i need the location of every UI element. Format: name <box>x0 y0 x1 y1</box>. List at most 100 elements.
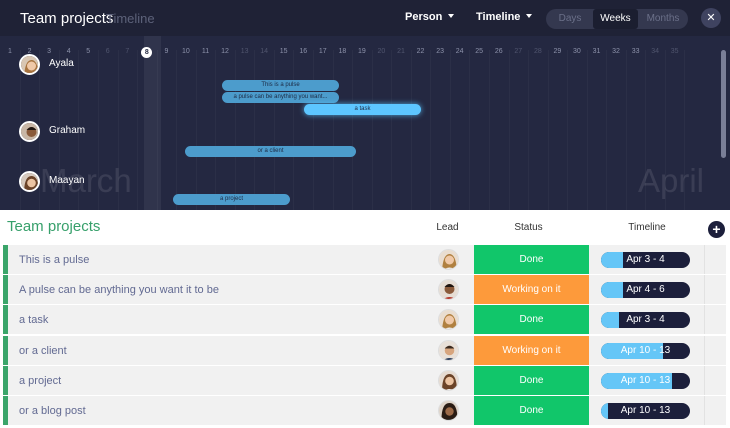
scale-days-button[interactable]: Days <box>548 9 592 29</box>
pulse-name[interactable]: A pulse can be anything you want it to b… <box>19 284 219 296</box>
day-gridline <box>274 50 275 210</box>
timeline-range: Apr 10 - 13 <box>620 344 671 356</box>
timeline-cell[interactable]: Apr 3 - 4 <box>601 252 690 268</box>
avatar[interactable] <box>438 249 459 270</box>
pulse-name[interactable]: This is a pulse <box>19 254 89 266</box>
timeline-cell[interactable]: Apr 10 - 13 <box>601 342 690 359</box>
pulse-name[interactable]: a project <box>19 375 61 387</box>
avatar[interactable] <box>438 369 459 391</box>
day-label: 24 <box>455 48 464 55</box>
day-label: 30 <box>573 48 581 55</box>
day-gridline <box>411 50 412 210</box>
day-gridline <box>587 50 588 210</box>
day-gridline <box>606 50 607 210</box>
timeline-header: Team projects Timeline Person Timeline D… <box>0 0 730 36</box>
avatar[interactable] <box>438 309 459 331</box>
day-label: 10 <box>182 48 190 55</box>
day-gridline <box>509 50 510 210</box>
day-label: 33 <box>631 48 640 55</box>
timeline-bar[interactable]: This is a pulse <box>222 80 339 91</box>
timeline-range: Apr 10 - 13 <box>620 374 671 386</box>
avatar[interactable] <box>438 339 459 361</box>
timeline-panel: Team projects Timeline Person Timeline D… <box>0 0 730 210</box>
day-label: 4 <box>66 48 71 55</box>
status-cell[interactable]: Done <box>474 396 589 425</box>
group-color-strip <box>3 396 8 425</box>
day-label: 6 <box>105 48 110 55</box>
day-label: 7 <box>125 48 130 55</box>
person-dropdown-label: Person <box>405 11 443 23</box>
timeline-cell[interactable]: Apr 4 - 6 <box>601 282 690 299</box>
timeline-range: Apr 10 - 13 <box>620 405 671 416</box>
day-label: 34 <box>651 48 660 55</box>
group-title[interactable]: Team projects <box>7 218 100 235</box>
day-gridline <box>176 50 177 210</box>
status-cell[interactable]: Working on it <box>474 335 589 365</box>
table-row[interactable]: a task Done Apr 3 - 4 <box>3 305 726 335</box>
column-divider <box>704 245 705 274</box>
person-name: Maayan <box>49 175 85 186</box>
status-cell[interactable]: Working on it <box>474 275 589 305</box>
day-label: 22 <box>416 48 425 55</box>
status-cell[interactable]: Done <box>474 365 589 395</box>
column-header-status[interactable]: Status <box>471 222 586 233</box>
day-label: 1 <box>8 48 12 55</box>
table-row[interactable]: This is a pulse Done Apr 3 - 4 <box>3 245 726 274</box>
day-gridline <box>567 50 568 210</box>
column-header-lead[interactable]: Lead <box>425 222 470 233</box>
group-color-strip <box>3 365 8 395</box>
timeline-range: Apr 3 - 4 <box>626 254 665 265</box>
day-gridline <box>137 50 138 210</box>
day-gridline <box>293 50 294 210</box>
day-label: 17 <box>318 48 327 55</box>
table-row[interactable]: a project Done Apr 10 - 13 <box>3 365 726 395</box>
pulse-name[interactable]: or a client <box>19 345 67 357</box>
timeline-bar[interactable]: a pulse can be anything you want... <box>222 92 339 103</box>
day-label: 28 <box>533 48 542 55</box>
timeline-cell[interactable]: Apr 3 - 4 <box>601 312 690 329</box>
vertical-scrollbar[interactable] <box>721 50 726 158</box>
day-gridline <box>548 50 549 210</box>
timeline-range: Apr 4 - 6 <box>626 284 665 296</box>
timeline-cell[interactable]: Apr 10 - 13 <box>601 403 690 419</box>
timeline-bar[interactable]: a task <box>304 104 421 115</box>
day-gridline <box>489 50 490 210</box>
table-row[interactable]: or a blog post Done Apr 10 - 13 <box>3 396 726 425</box>
day-label: 12 <box>221 48 229 55</box>
month-label-april: April <box>638 162 705 199</box>
day-label: 11 <box>201 48 210 55</box>
close-icon[interactable]: ✕ <box>701 8 721 28</box>
status-cell[interactable]: Done <box>474 305 589 335</box>
avatar[interactable] <box>438 400 459 421</box>
avatar[interactable] <box>438 279 459 301</box>
day-label: 35 <box>670 48 679 55</box>
pulse-name[interactable]: a task <box>19 314 48 326</box>
group-color-strip <box>3 305 8 335</box>
day-label: 13 <box>240 48 249 55</box>
group-color-strip <box>3 335 8 365</box>
status-cell[interactable]: Done <box>474 245 589 274</box>
timeline-bar[interactable]: or a client <box>185 146 356 157</box>
avatar <box>19 121 40 142</box>
timeline-bar[interactable]: a project <box>173 194 290 205</box>
group-color-strip <box>3 245 8 274</box>
column-divider <box>704 396 705 425</box>
scale-weeks-button[interactable]: Weeks <box>593 9 638 29</box>
timeline-cell[interactable]: Apr 10 - 13 <box>601 372 690 389</box>
day-label: 26 <box>494 48 503 55</box>
column-header-timeline[interactable]: Timeline <box>598 222 696 233</box>
scale-months-button[interactable]: Months <box>640 9 686 29</box>
day-label: 19 <box>357 48 366 55</box>
day-label: 29 <box>553 48 562 55</box>
pulse-name[interactable]: or a blog post <box>19 405 86 417</box>
person-dropdown[interactable]: Person <box>405 11 455 23</box>
day-label: 9 <box>164 48 169 55</box>
avatar <box>19 171 40 192</box>
day-label: 18 <box>338 48 347 55</box>
add-column-icon[interactable]: + <box>708 221 725 238</box>
table-row[interactable]: or a client Working on it Apr 10 - 13 <box>3 335 726 365</box>
day-label: 20 <box>377 48 386 55</box>
day-label: 5 <box>86 48 91 55</box>
table-row[interactable]: A pulse can be anything you want it to b… <box>3 275 726 305</box>
timeline-dropdown[interactable]: Timeline <box>476 11 533 23</box>
